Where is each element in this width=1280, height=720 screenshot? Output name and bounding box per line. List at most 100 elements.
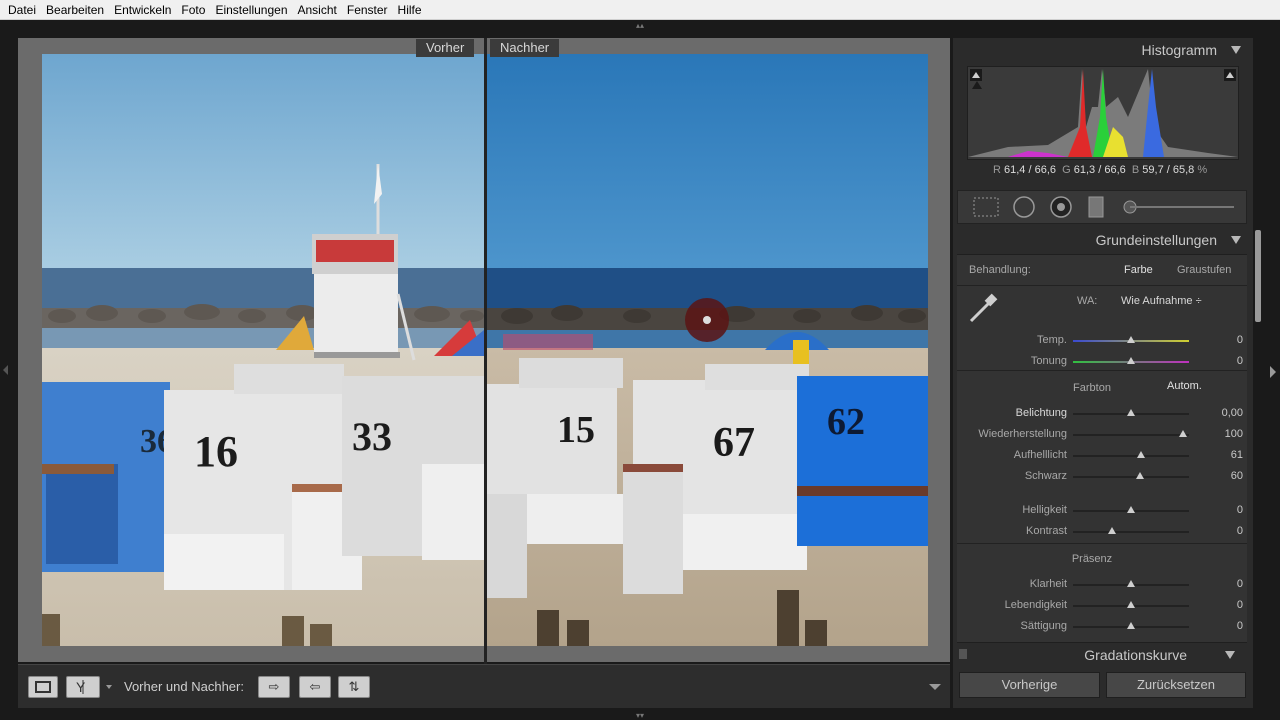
slider-knob[interactable] [1127,580,1135,587]
tool-strip [957,190,1247,224]
wb-label: WA: [1077,295,1098,307]
graduated-filter-icon[interactable] [1088,196,1104,218]
slider-knob[interactable] [1137,451,1146,458]
basic-panel: Behandlung: Farbe Graustufen WA: Wie Auf… [957,254,1247,648]
slider-label: Helligkeit [1022,504,1067,516]
spot-removal-icon[interactable] [1013,196,1035,218]
chair-number-33: 33 [352,414,392,459]
slider-value[interactable]: 100 [1203,428,1243,440]
curve-title[interactable]: Gradationskurve [1084,647,1187,663]
slider-knob[interactable] [1179,430,1188,437]
slider-knob[interactable] [1127,601,1135,608]
histogram-header[interactable]: Histogramm [953,40,1253,60]
arrow-right-icon: ⇨ [268,679,280,694]
slider-row-temp-: Temp. 0 [957,331,1247,351]
right-panel: Histogramm R 61,4 / 66,6 G 61,3 / 66,6 B… [953,38,1253,708]
slider-row-wiederherstellung: Wiederherstellung 100 [957,425,1247,445]
menu-einstellungen[interactable]: Einstellungen [211,0,291,20]
slider-track[interactable] [1073,476,1189,478]
b-label: B [1131,164,1140,176]
left-panel-toggle-icon[interactable] [3,365,8,375]
crop-icon[interactable] [973,197,999,217]
slider-label: Belichtung [1015,407,1067,419]
copy-before-to-after-button[interactable]: ⇨ [258,676,290,698]
g-label: G [1062,164,1071,176]
menu-entwickeln[interactable]: Entwickeln [110,0,175,20]
menu-datei[interactable]: Datei [4,0,40,20]
toolbar: Y Vorher und Nachher: ⇨ ⇦ ⇅ [18,664,950,708]
right-panel-scrollbar[interactable] [1255,230,1261,322]
top-panel-grip-icon[interactable]: ▴▴ [634,22,646,30]
menu-foto[interactable]: Foto [177,0,209,20]
slider-value[interactable]: 0 [1203,334,1243,346]
swap-icon: ⇅ [348,679,360,694]
slider-track[interactable] [1073,434,1189,436]
r-value: 61,4 / 66,6 [1004,164,1057,176]
after-photo: 15 67 62 [487,54,928,646]
menu-hilfe[interactable]: Hilfe [394,0,426,20]
slider-value[interactable]: 0 [1203,525,1243,537]
bottom-panel-grip-icon[interactable]: ▾▾ [634,712,646,720]
panel-switch-icon[interactable] [959,649,967,659]
slider-knob[interactable] [1127,336,1135,343]
histogram-chart[interactable] [967,66,1239,160]
slider-label: Kontrast [1026,525,1067,537]
slider-knob[interactable] [1127,506,1135,513]
auto-tone-button[interactable]: Autom. [1167,380,1202,392]
slider-track[interactable] [1073,455,1189,457]
slider-value[interactable]: 0 [1203,599,1243,611]
slider-value[interactable]: 0 [1203,578,1243,590]
slider-row-lebendigkeit: Lebendigkeit 0 [957,596,1247,616]
slider-row-klarheit: Klarheit 0 [957,575,1247,595]
chair-number-16: 16 [194,427,238,476]
chair-number-67: 67 [713,420,755,466]
slider-row-tonung: Tonung 0 [957,352,1247,372]
histogram-readout: R 61,4 / 66,6 G 61,3 / 66,6 B 59,7 / 65,… [993,164,1207,176]
menu-bearbeiten[interactable]: Bearbeiten [42,0,108,20]
loupe-view-button[interactable] [28,676,58,698]
copy-after-to-before-button[interactable]: ⇦ [299,676,331,698]
before-photo: 36 16 33 [42,54,484,646]
reset-button[interactable]: Zurücksetzen [1106,672,1246,698]
treatment-color-option[interactable]: Farbe [1124,264,1153,276]
slider-label: Schwarz [1024,470,1067,482]
right-panel-toggle-icon[interactable] [1270,366,1276,378]
slider-knob[interactable] [1127,409,1135,416]
slider-value[interactable]: 0 [1203,355,1243,367]
slider-row-helligkeit: Helligkeit 0 [957,501,1247,521]
slider-value[interactable]: 61 [1203,449,1243,461]
slider-value[interactable]: 60 [1203,470,1243,482]
wb-select[interactable]: Wie Aufnahme ÷ [1121,295,1202,307]
slider-value[interactable]: 0,00 [1203,407,1243,419]
b-value: 59,7 / 65,8 [1142,164,1195,176]
slider-knob[interactable] [1127,357,1135,364]
slider-knob[interactable] [1127,622,1135,629]
collapse-triangle-icon[interactable] [1225,651,1235,659]
slider-value[interactable]: 0 [1203,504,1243,516]
view-mode-dropdown-icon[interactable] [106,685,112,689]
swap-before-after-button[interactable]: ⇅ [338,676,370,698]
menu-fenster[interactable]: Fenster [343,0,392,20]
slider-row-kontrast: Kontrast 0 [957,522,1247,542]
before-after-view-button[interactable]: Y [66,676,100,698]
wb-row: WA: Wie Aufnahme ÷ [957,292,1247,312]
collapse-triangle-icon[interactable] [1231,236,1241,244]
slider-knob[interactable] [1136,472,1145,479]
basic-header[interactable]: Grundeinstellungen [953,230,1253,250]
menu-ansicht[interactable]: Ansicht [294,0,341,20]
slider-label: Temp. [1037,334,1067,346]
curve-header-section: Gradationskurve [957,642,1247,668]
percent-sign: % [1197,164,1208,176]
treatment-bw-option[interactable]: Graustufen [1177,264,1231,276]
presence-section-title: Präsenz [1071,553,1113,565]
slider-track[interactable] [1073,531,1189,533]
slider-label: Aufhelllicht [1013,449,1067,461]
slider-value[interactable]: 0 [1203,620,1243,632]
toolbar-content-dropdown-icon[interactable] [929,684,941,690]
slider-label: Tonung [1030,355,1067,367]
yy-icon: Y [76,679,86,695]
collapse-triangle-icon[interactable] [1231,46,1241,54]
treatment-row: Behandlung: Farbe Graustufen [957,261,1247,281]
previous-button[interactable]: Vorherige [959,672,1100,698]
slider-knob[interactable] [1108,527,1117,534]
